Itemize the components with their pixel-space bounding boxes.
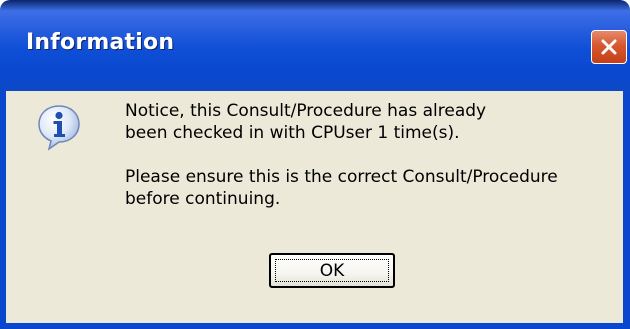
window-frame-bottom [0,323,630,329]
message-line-1: Notice, this Consult/Procedure has alrea… [125,101,487,121]
ok-button[interactable]: OK [269,253,395,288]
title-bar[interactable]: Information [0,0,630,91]
info-icon [35,103,83,151]
ok-button-label: OK [319,260,345,281]
window-frame-right [623,91,630,329]
message-line-2: been checked in with CPUser 1 time(s). [125,123,460,143]
window-title: Information [26,30,175,55]
information-dialog: Information Notice, this Consult/Procedu… [0,0,630,329]
message-line-4: before continuing. [125,189,281,209]
message-line-3: Please ensure this is the correct Consul… [125,167,558,187]
dialog-body: Notice, this Consult/Procedure has alrea… [6,91,623,323]
close-button[interactable] [591,30,627,64]
close-icon [599,37,619,57]
